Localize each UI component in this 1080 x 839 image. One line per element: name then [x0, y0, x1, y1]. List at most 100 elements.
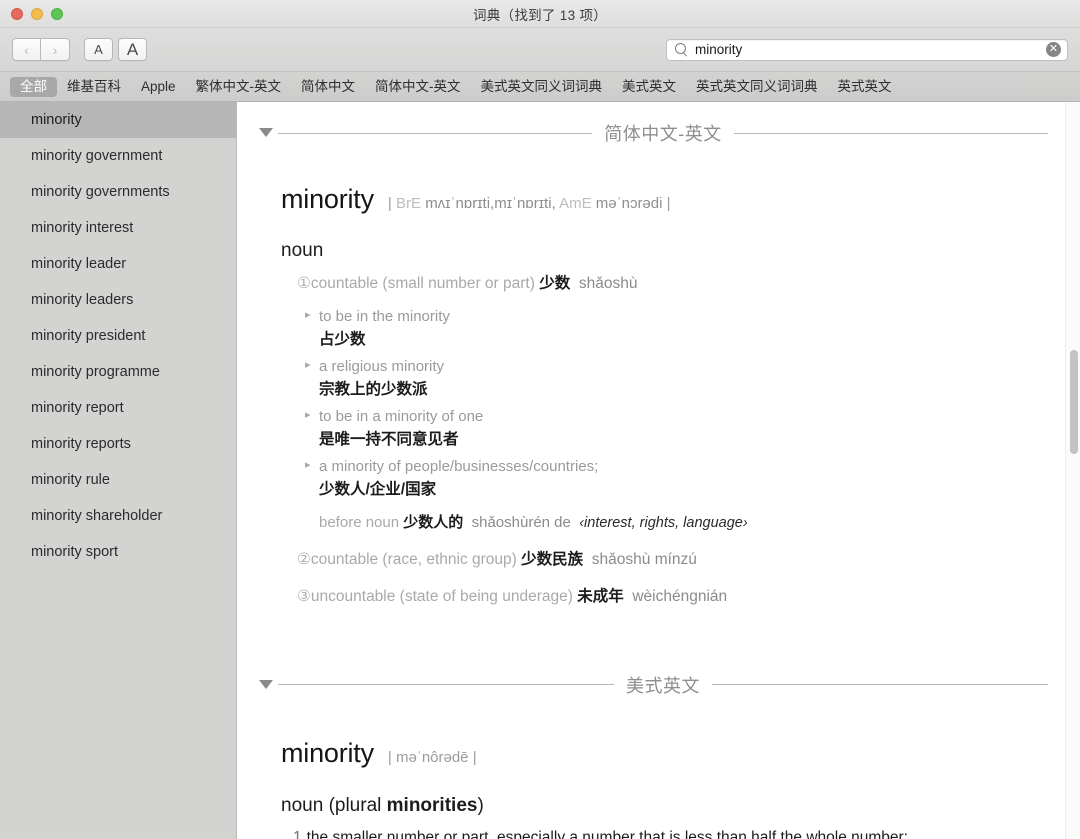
example-item: a religious minority 宗教上的少数派 [305, 349, 1048, 399]
results-sidebar[interactable]: minority minority government minority go… [0, 102, 237, 839]
font-size-buttons: A A [84, 38, 147, 61]
example-item: to be in the minority 占少数 [305, 299, 1048, 349]
list-item[interactable]: minority governments [0, 174, 236, 210]
headword-line: minority | məˈnôrədē | [281, 698, 1048, 769]
definition-1: 1 the smaller number or part, especially … [281, 817, 1048, 839]
list-item[interactable]: minority president [0, 318, 236, 354]
disclosure-triangle-icon[interactable] [259, 679, 273, 689]
search-input[interactable]: minority [695, 42, 1046, 57]
search-field[interactable]: minority ✕ [666, 38, 1068, 61]
sense-translation: 少数民族 [521, 550, 584, 568]
section-header-simplified-chinese-english[interactable]: 简体中文-英文 [259, 102, 1048, 146]
pos-label: noun [281, 794, 324, 816]
sense-grammar: countable (race, ethnic group) [310, 550, 517, 568]
list-item[interactable]: minority [0, 102, 236, 138]
example-chinese: 少数人/企业/国家 [319, 480, 437, 498]
list-item[interactable]: minority programme [0, 354, 236, 390]
divider [278, 132, 593, 134]
part-of-speech: noun (plural minorities) [281, 769, 1048, 817]
tab-british-english-thesaurus[interactable]: 英式英文同义词词典 [686, 77, 828, 97]
close-button[interactable] [11, 7, 23, 20]
sense-pinyin: shǎoshù mínzú [591, 550, 697, 568]
collocation-line: before noun 少数人的 shǎoshùrén de ‹interest… [281, 499, 1048, 532]
tab-simplified-chinese[interactable]: 简体中文 [291, 77, 365, 97]
sense-translation: 少数 [539, 275, 571, 292]
example-english: to be in the minority [305, 308, 1048, 325]
definition-panel: 简体中文-英文 minority | BrE mʌɪˈnɒrɪti,mɪˈnɒr… [237, 102, 1080, 839]
divider [278, 684, 614, 686]
collocation-examples: ‹interest, rights, language› [579, 514, 748, 531]
sense-1: ①countable (small number or part) 少数 shǎ… [281, 262, 1048, 295]
part-of-speech: noun [281, 240, 324, 261]
navigation-buttons: ‹ › [12, 38, 70, 61]
plural-form: minorities [386, 794, 478, 816]
list-item[interactable]: minority report [0, 390, 236, 426]
sense-pinyin: shǎoshù [578, 275, 638, 292]
collocation-translation: 少数人的 [403, 513, 464, 531]
sense-pinyin: wèichéngnián [632, 587, 728, 605]
tab-apple[interactable]: Apple [131, 77, 186, 97]
divider [733, 132, 1048, 134]
example-chinese: 占少数 [319, 330, 366, 348]
clear-search-icon[interactable]: ✕ [1046, 42, 1061, 57]
sense-number: ② [297, 550, 311, 568]
tab-simplified-chinese-english[interactable]: 简体中文-英文 [365, 77, 471, 97]
list-item[interactable]: minority shareholder [0, 498, 236, 534]
headword: minority [281, 737, 374, 768]
collocation-label: before noun [319, 513, 400, 531]
back-button[interactable]: ‹ [12, 38, 41, 61]
forward-button[interactable]: › [41, 38, 70, 61]
plural-open: (plural [328, 794, 382, 816]
plural-close: ) [477, 794, 484, 816]
entry-american-english: minority | məˈnôrədē | noun (plural mino… [259, 698, 1048, 839]
section-title: 简体中文-英文 [604, 124, 722, 144]
pron-bre-ipa: mʌɪˈnɒrɪti,mɪˈnɒrɪti, [425, 195, 556, 212]
traffic-lights [0, 7, 63, 20]
disclosure-triangle-icon[interactable] [259, 128, 273, 137]
vertical-scrollbar[interactable] [1065, 102, 1080, 839]
example-english: a minority of people/businesses/countrie… [305, 458, 1048, 475]
zoom-button[interactable] [51, 7, 63, 20]
list-item[interactable]: minority rule [0, 462, 236, 498]
dictionary-window: 词典（找到了 13 项） ‹ › A A minority ✕ 全部 维基百科 … [0, 0, 1080, 839]
decrease-font-size-button[interactable]: A [84, 38, 113, 61]
pron-bre-label: BrE [396, 195, 422, 212]
search-icon [675, 43, 688, 56]
pron-open: | [387, 195, 392, 212]
title-bar: 词典（找到了 13 项） [0, 0, 1080, 28]
headword: minority [281, 184, 374, 214]
sense-number: ① [297, 275, 311, 292]
sense-number: ③ [297, 587, 311, 605]
tab-american-english-thesaurus[interactable]: 美式英文同义词词典 [471, 77, 613, 97]
list-item[interactable]: minority leaders [0, 282, 236, 318]
sense-3: ③uncountable (state of being underage) 未… [281, 569, 1048, 606]
section-header-american-english[interactable]: 美式英文 [259, 606, 1048, 698]
minimize-button[interactable] [31, 7, 43, 20]
increase-font-size-button[interactable]: A [118, 38, 147, 61]
example-item: to be in a minority of one 是唯一持不同意见者 [305, 399, 1048, 449]
list-item[interactable]: minority reports [0, 426, 236, 462]
divider [712, 684, 1048, 686]
list-item[interactable]: minority sport [0, 534, 236, 570]
sense-grammar: uncountable (state of being underage) [310, 587, 573, 605]
window-title: 词典（找到了 13 项） [472, 7, 608, 23]
collocation-pinyin: shǎoshùrén de [471, 513, 571, 531]
list-item[interactable]: minority interest [0, 210, 236, 246]
example-english: a religious minority [305, 358, 1048, 375]
pron-ame-ipa: məˈnɔrədi [595, 195, 663, 212]
sense-grammar: countable (small number or part) [310, 275, 535, 292]
tab-all[interactable]: 全部 [10, 76, 57, 97]
example-english: to be in a minority of one [305, 408, 1048, 425]
tab-wikipedia[interactable]: 维基百科 [57, 77, 131, 97]
tab-british-english[interactable]: 英式英文 [828, 77, 902, 97]
list-item[interactable]: minority government [0, 138, 236, 174]
example-list: to be in the minority 占少数 a religious mi… [281, 295, 1048, 499]
scrollbar-thumb[interactable] [1069, 350, 1078, 454]
headword-line: minority | BrE mʌɪˈnɒrɪti,mɪˈnɒrɪti, AmE… [281, 146, 1048, 215]
sense-translation: 未成年 [577, 587, 624, 605]
list-item[interactable]: minority leader [0, 246, 236, 282]
pronunciation: | məˈnôrədē | [387, 748, 477, 766]
tab-traditional-chinese-english[interactable]: 繁体中文-英文 [186, 77, 292, 97]
tab-american-english[interactable]: 美式英文 [612, 77, 686, 97]
entry-simplified-chinese-english: minority | BrE mʌɪˈnɒrɪti,mɪˈnɒrɪti, AmE… [259, 146, 1048, 606]
